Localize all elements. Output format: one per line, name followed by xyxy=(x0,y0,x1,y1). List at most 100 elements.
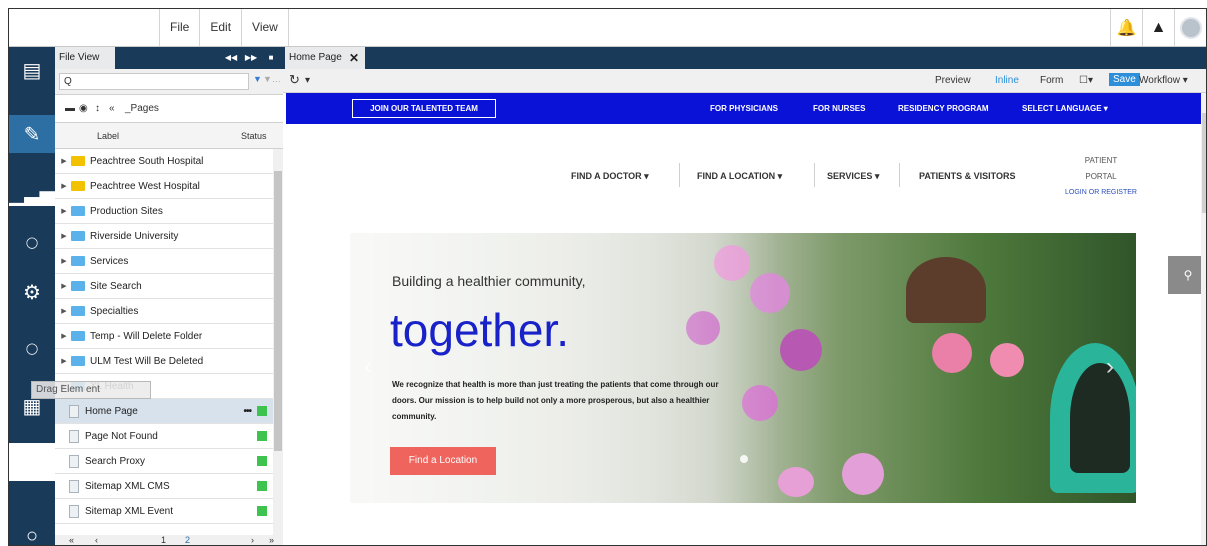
form-button[interactable]: Form xyxy=(1040,75,1063,86)
more-options-icon[interactable]: ••• xyxy=(243,406,251,417)
refresh-icon[interactable]: ↻ xyxy=(289,72,300,88)
folder-icon xyxy=(71,231,85,241)
page-next[interactable]: 2 xyxy=(185,535,190,545)
expand-arrow-icon[interactable]: ▶ xyxy=(59,307,69,315)
fileview-columns: Label Status xyxy=(55,123,283,149)
user-avatar[interactable] xyxy=(1174,9,1206,46)
select-language[interactable]: SELECT LANGUAGE ▾ xyxy=(1022,104,1108,113)
avatar xyxy=(1179,16,1202,39)
scroll-thumb[interactable] xyxy=(274,171,282,451)
menu-view[interactable]: View xyxy=(241,9,289,46)
expand-arrow-icon[interactable]: ▶ xyxy=(59,357,69,365)
tree-row[interactable]: ▶ Services xyxy=(55,249,273,274)
expand-arrow-icon[interactable]: ▶ xyxy=(59,157,69,165)
tree-row[interactable]: Page Not Found xyxy=(55,424,273,449)
save-button[interactable]: Save xyxy=(1109,73,1140,86)
collapse-left-icon[interactable]: ◀◀ xyxy=(223,47,239,69)
blank-slot xyxy=(9,443,55,481)
wcd-icon[interactable]: ◯ xyxy=(9,223,55,261)
collapse-all-icon[interactable]: ▬ xyxy=(65,103,75,114)
globe-icon[interactable]: ◉ xyxy=(79,103,88,114)
page-icon xyxy=(69,429,79,443)
tab-home-page[interactable]: Home Page ✕ xyxy=(285,47,365,69)
panel-menu-icon[interactable]: ■ xyxy=(263,47,279,69)
last-page-icon[interactable]: » xyxy=(269,535,274,545)
slide-indicator[interactable] xyxy=(740,455,748,463)
dqm-icon[interactable]: ◯ xyxy=(9,329,55,367)
tree-row[interactable]: ▶ Riverside University xyxy=(55,224,273,249)
portal-line2[interactable]: PORTAL xyxy=(1056,169,1146,185)
expand-arrow-icon[interactable]: ▶ xyxy=(59,332,69,340)
link-nurses[interactable]: FOR NURSES xyxy=(813,104,865,113)
next-page-icon[interactable]: › xyxy=(251,535,254,545)
settings-icon[interactable]: ⚙ xyxy=(9,273,55,311)
join-team-button[interactable]: JOIN OUR TALENTED TEAM xyxy=(352,99,496,118)
menu-file[interactable]: File xyxy=(159,9,199,46)
link-residency[interactable]: RESIDENCY PROGRAM xyxy=(898,104,989,113)
col-status[interactable]: Status xyxy=(241,131,267,141)
pager: « ‹ 1 2 › » xyxy=(55,535,283,545)
nav-divider xyxy=(814,163,815,187)
reports-icon[interactable]: ▁▃▅ xyxy=(9,175,55,213)
close-icon[interactable]: ✕ xyxy=(349,47,359,69)
workflow-button[interactable]: Workflow ▾ xyxy=(1139,75,1188,86)
search-dropdown-icon[interactable]: ▼ xyxy=(253,74,262,84)
tree-row[interactable]: ▶ Production Sites xyxy=(55,199,273,224)
expand-arrow-icon[interactable]: ▶ xyxy=(59,182,69,190)
nav-find-location[interactable]: FIND A LOCATION ▾ xyxy=(697,171,782,182)
sort-icon[interactable]: ↕ xyxy=(95,103,100,114)
fileview-header: File View ◀◀ ▶▶ ■ xyxy=(55,47,283,69)
breadcrumb-path[interactable]: _Pages xyxy=(125,103,159,114)
fileview-scrollbar[interactable] xyxy=(273,149,283,535)
search-input[interactable]: Q xyxy=(59,73,249,90)
tree-row[interactable]: ▶ ULM Test Will Be Deleted xyxy=(55,349,273,374)
dashboard-icon[interactable]: ▤ xyxy=(9,51,55,89)
expand-arrow-icon[interactable]: ▶ xyxy=(59,232,69,240)
folder-icon xyxy=(71,306,85,316)
site-scroll-thumb[interactable] xyxy=(1202,113,1206,213)
help-icon[interactable]: ○ xyxy=(9,517,55,546)
col-label[interactable]: Label xyxy=(97,131,119,141)
expand-arrow-icon[interactable]: ▶ xyxy=(59,282,69,290)
tree-row[interactable]: ▶ Peachtree West Hospital xyxy=(55,174,273,199)
expand-arrow-icon[interactable]: ▶ xyxy=(59,207,69,215)
preview-button[interactable]: Preview xyxy=(935,75,971,86)
nav-patients-visitors[interactable]: PATIENTS & VISITORS xyxy=(919,171,1016,181)
inline-button[interactable]: Inline xyxy=(995,75,1019,86)
site-scrollbar[interactable] xyxy=(1201,93,1206,545)
bell-icon[interactable]: 🔔 xyxy=(1110,9,1142,46)
folder-icon xyxy=(71,356,85,366)
external-link-icon[interactable]: ☐▾ xyxy=(1079,75,1093,86)
nav-label: FIND A LOCATION xyxy=(697,171,776,181)
tree-row[interactable]: Home Page ••• xyxy=(55,399,273,424)
next-slide-icon[interactable]: › xyxy=(1106,353,1114,381)
expand-arrow-icon[interactable]: ▶ xyxy=(59,257,69,265)
fileview-tab[interactable]: File View xyxy=(55,47,115,69)
first-page-icon[interactable]: « xyxy=(69,535,74,545)
tree-row[interactable]: ▶ Temp - Will Delete Folder xyxy=(55,324,273,349)
tree-row[interactable]: Sitemap XML CMS xyxy=(55,474,273,499)
tree-row[interactable]: Search Proxy xyxy=(55,449,273,474)
portal-login[interactable]: LOGIN OR REGISTER xyxy=(1056,185,1146,201)
tree-row[interactable]: Sitemap XML Event xyxy=(55,499,273,524)
expand-right-icon[interactable]: ▶▶ xyxy=(243,47,259,69)
back-icon[interactable]: « xyxy=(109,103,115,114)
publish-icon[interactable]: ▲ xyxy=(1142,9,1174,46)
portal-line1[interactable]: PATIENT xyxy=(1056,153,1146,169)
tree-row[interactable]: ▶ Site Search xyxy=(55,274,273,299)
page-icon xyxy=(69,504,79,518)
link-physicians[interactable]: FOR PHYSICIANS xyxy=(710,104,778,113)
tree-row[interactable]: ▶ Peachtree South Hospital xyxy=(55,149,273,174)
tree-row[interactable]: ▶ Specialties xyxy=(55,299,273,324)
tree-row-label: Specialties xyxy=(90,305,139,317)
filter-icon[interactable]: ▼… xyxy=(263,74,281,84)
nav-services[interactable]: SERVICES ▾ xyxy=(827,171,879,182)
menu-edit[interactable]: Edit xyxy=(199,9,241,46)
find-location-button[interactable]: Find a Location xyxy=(390,447,496,475)
prev-page-icon[interactable]: ‹ xyxy=(95,535,98,545)
prev-slide-icon[interactable]: ‹ xyxy=(364,353,372,381)
refresh-dropdown-icon[interactable]: ▾ xyxy=(305,75,310,86)
nav-find-doctor[interactable]: FIND A DOCTOR ▾ xyxy=(571,171,649,182)
page-current[interactable]: 1 xyxy=(161,535,166,545)
edit-icon[interactable]: ✎ xyxy=(9,115,55,153)
